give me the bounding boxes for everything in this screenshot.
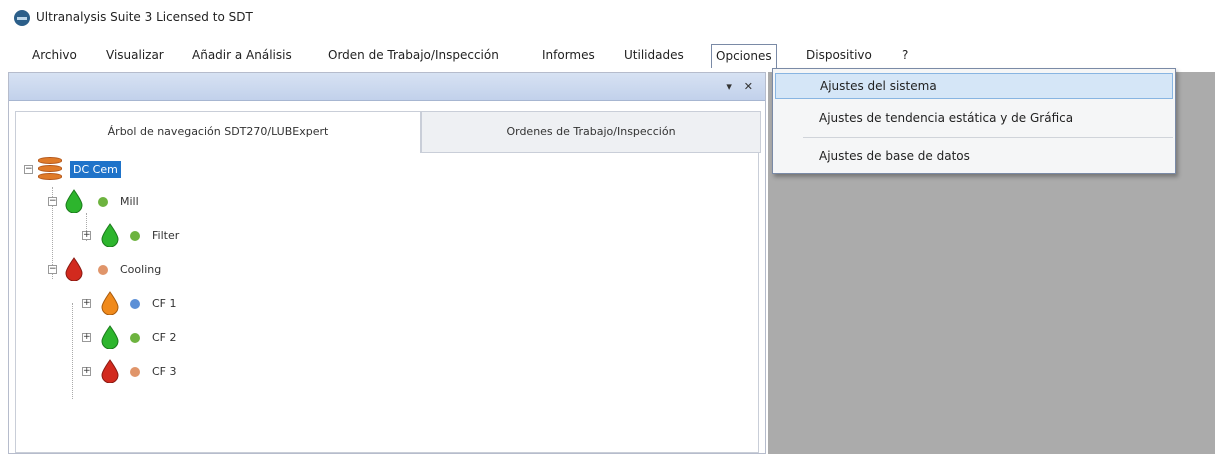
menu-anadir-analisis[interactable]: Añadir a Análisis bbox=[192, 48, 292, 62]
menu-item-ajustes-sistema[interactable]: Ajustes del sistema bbox=[775, 73, 1173, 99]
window-title: Ultranalysis Suite 3 Licensed to SDT bbox=[36, 10, 253, 24]
menu-utilidades[interactable]: Utilidades bbox=[624, 48, 684, 62]
close-icon[interactable]: ✕ bbox=[744, 80, 753, 93]
tree-node-root[interactable]: − DC Cem bbox=[16, 157, 216, 181]
oil-drop-icon bbox=[64, 257, 84, 282]
collapse-toggle[interactable]: − bbox=[24, 165, 33, 174]
status-dot bbox=[130, 299, 140, 309]
tree-node-cooling[interactable]: − Cooling bbox=[16, 257, 216, 282]
status-dot bbox=[98, 197, 108, 207]
tree-node-label[interactable]: CF 2 bbox=[152, 331, 177, 344]
pane-tabs: Árbol de navegación SDT270/LUBExpert Ord… bbox=[15, 111, 761, 153]
expand-toggle[interactable]: + bbox=[82, 367, 91, 376]
menu-bar: Archivo Visualizar Añadir a Análisis Ord… bbox=[0, 44, 1215, 68]
tree-node-label[interactable]: Mill bbox=[120, 195, 139, 208]
menu-informes[interactable]: Informes bbox=[542, 48, 595, 62]
navigation-pane: ▾ ✕ Árbol de navegación SDT270/LUBExpert… bbox=[8, 72, 766, 454]
status-dot bbox=[130, 231, 140, 241]
oil-drop-icon bbox=[100, 359, 120, 384]
menu-opciones[interactable]: Opciones bbox=[711, 44, 777, 68]
database-icon bbox=[38, 157, 62, 181]
tree-node-label[interactable]: CF 1 bbox=[152, 297, 177, 310]
status-dot bbox=[130, 333, 140, 343]
expand-toggle[interactable]: + bbox=[82, 333, 91, 342]
navigation-tree: − DC Cem − Mill + Filter − Cooling + CF … bbox=[15, 153, 759, 453]
pane-header: ▾ ✕ bbox=[9, 73, 765, 101]
menu-item-ajustes-base-datos[interactable]: Ajustes de base de datos bbox=[775, 143, 1173, 169]
tree-node-label[interactable]: Cooling bbox=[120, 263, 161, 276]
oil-drop-icon bbox=[100, 291, 120, 316]
tree-node-label[interactable]: Filter bbox=[152, 229, 179, 242]
tree-node-mill[interactable]: − Mill bbox=[16, 189, 216, 214]
expand-toggle[interactable]: + bbox=[82, 299, 91, 308]
menu-orden-trabajo[interactable]: Orden de Trabajo/Inspección bbox=[328, 48, 499, 62]
menu-help[interactable]: ? bbox=[902, 48, 908, 62]
pin-dropdown-icon[interactable]: ▾ bbox=[726, 80, 732, 93]
oil-drop-icon bbox=[100, 325, 120, 350]
title-bar: Ultranalysis Suite 3 Licensed to SDT bbox=[0, 0, 1215, 40]
opciones-dropdown-menu: Ajustes del sistema Ajustes de tendencia… bbox=[772, 68, 1176, 174]
tree-node-label[interactable]: DC Cem bbox=[70, 161, 121, 178]
menu-archivo[interactable]: Archivo bbox=[32, 48, 77, 62]
collapse-toggle[interactable]: − bbox=[48, 197, 57, 206]
tab-navigation-tree[interactable]: Árbol de navegación SDT270/LUBExpert bbox=[15, 111, 421, 153]
menu-dispositivo[interactable]: Dispositivo bbox=[806, 48, 872, 62]
collapse-toggle[interactable]: − bbox=[48, 265, 57, 274]
oil-drop-icon bbox=[64, 189, 84, 214]
tree-node-cf2[interactable]: + CF 2 bbox=[16, 325, 216, 350]
menu-visualizar[interactable]: Visualizar bbox=[106, 48, 164, 62]
tree-node-cf3[interactable]: + CF 3 bbox=[16, 359, 216, 384]
expand-toggle[interactable]: + bbox=[82, 231, 91, 240]
tree-node-cf1[interactable]: + CF 1 bbox=[16, 291, 216, 316]
status-dot bbox=[130, 367, 140, 377]
menu-separator bbox=[803, 137, 1173, 138]
tree-node-label[interactable]: CF 3 bbox=[152, 365, 177, 378]
tree-connector bbox=[72, 303, 73, 399]
tab-work-orders[interactable]: Ordenes de Trabajo/Inspección bbox=[421, 111, 761, 153]
tree-node-filter[interactable]: + Filter bbox=[16, 223, 216, 248]
globe-icon bbox=[14, 10, 30, 26]
status-dot bbox=[98, 265, 108, 275]
menu-item-ajustes-tendencia[interactable]: Ajustes de tendencia estática y de Gráfi… bbox=[775, 105, 1173, 131]
oil-drop-icon bbox=[100, 223, 120, 248]
